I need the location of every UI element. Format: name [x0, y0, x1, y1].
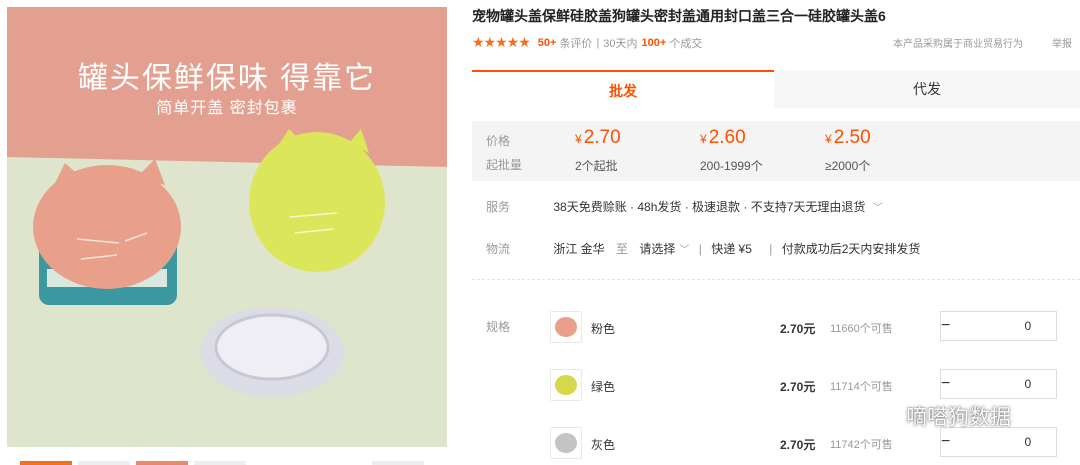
service-text: 38天免费赊账 · 48h发货 · 极速退款 · 不支持7天无理由退货 — [553, 200, 866, 214]
minus-icon[interactable]: − — [941, 312, 950, 340]
sku-stock: 11742个可售 — [830, 439, 893, 451]
sku-name: 绿色 — [591, 380, 616, 394]
swatch-color — [555, 375, 577, 395]
sku-stock: 11714个可售 — [830, 381, 893, 393]
tier-price: ¥2.60 — [700, 127, 746, 148]
sku-price: 2.70元 — [780, 438, 816, 452]
sku-name: 粉色 — [591, 322, 616, 336]
shipping-fee: 快递 ¥5 — [711, 242, 752, 256]
quantity-stepper: − + — [940, 311, 1080, 341]
deals-label: 个成交 — [669, 37, 703, 50]
minus-icon[interactable]: − — [941, 370, 950, 398]
tab-dropship[interactable]: 代发 — [774, 70, 1080, 108]
logistics-separator: | — [769, 242, 773, 256]
price-box: 价格 起批量 ¥2.70 2个起批 ¥2.60 200-1999个 ¥2.50 … — [472, 121, 1080, 181]
quantity-input[interactable] — [950, 312, 1080, 340]
sku-swatch[interactable] — [550, 311, 582, 343]
quantity-input[interactable] — [950, 370, 1080, 398]
review-count[interactable]: 50+ — [538, 37, 557, 49]
watermark-text: 嘀嗒狗数据 — [906, 406, 1011, 429]
tier-price: ¥2.50 — [825, 127, 871, 148]
service-row: 服务 38天免费赊账 · 48h发货 · 极速退款 · 不支持7天无理由退货 ﹀ — [486, 198, 883, 215]
delivery-promise: 付款成功后2天内安排发货 — [781, 242, 921, 256]
to-label: 至 — [616, 242, 629, 256]
sku-row: 绿色 2.70元 11714个可售 − + — [550, 369, 1080, 403]
product-main-image: 罐头保鲜保味 得靠它 简单开盖 密封包裹 — [7, 7, 447, 447]
origin: 浙江 金华 — [553, 242, 605, 256]
tier-price: ¥2.70 — [575, 127, 621, 148]
sku-swatch[interactable] — [550, 427, 582, 459]
tab-wholesale[interactable]: 批发 — [472, 70, 774, 108]
image-headline: 罐头保鲜保味 得靠它 — [77, 62, 377, 95]
tier-qty: 200-1999个 — [700, 159, 763, 173]
sku-swatch[interactable] — [550, 369, 582, 401]
moq-label: 起批量 — [486, 158, 523, 172]
swatch-color — [555, 317, 577, 337]
product-title: 宠物罐头盖保鲜硅胶盖狗罐头密封盖通用封口盖三合一硅胶罐头盖6 — [472, 8, 886, 24]
quantity-input[interactable] — [950, 428, 1080, 456]
quantity-stepper: − + — [940, 369, 1080, 399]
watermark: 嘀嗒狗数据 — [860, 400, 1011, 432]
review-label[interactable]: 条评价 — [559, 35, 592, 51]
logistics-label: 物流 — [486, 242, 511, 256]
wechat-icon — [861, 401, 898, 430]
chevron-down-icon[interactable]: ﹀ — [873, 203, 883, 214]
rating-row: ★★★★★ 50+ 条评价 | 30天内 100+ 个成交 — [472, 34, 702, 51]
rating-separator: | — [596, 36, 600, 49]
thumbnail[interactable] — [194, 461, 246, 465]
destination-select[interactable]: 请选择 ﹀ — [639, 240, 689, 257]
deals-prefix: 30天内 — [603, 37, 638, 50]
thumbnail[interactable] — [372, 461, 424, 465]
purchase-tabs: 批发 代发 — [472, 70, 1080, 108]
logistics-row: 物流 浙江 金华 至 请选择 ﹀ | 快递 ¥5 | 付款成功后2天内安排发货 — [486, 240, 920, 257]
thumbnail[interactable] — [78, 461, 130, 465]
sku-row: 灰色 2.70元 11742个可售 − + — [550, 427, 1080, 461]
trade-notice: 本产品采购属于商业贸易行为 — [893, 39, 1023, 50]
sku-price: 2.70元 — [780, 380, 816, 394]
thumbnail[interactable] — [136, 461, 188, 465]
spec-label: 规格 — [486, 320, 511, 334]
thumbnail[interactable] — [20, 461, 72, 465]
sku-price: 2.70元 — [780, 322, 816, 336]
tier-qty: ≥2000个 — [825, 159, 871, 173]
deals-count: 100+ — [641, 36, 667, 49]
sku-stock: 11660个可售 — [830, 323, 893, 335]
sku-row: 粉色 2.70元 11660个可售 − + — [550, 311, 1080, 345]
tier-qty: 2个起批 — [575, 159, 618, 173]
minus-icon[interactable]: − — [941, 428, 950, 456]
logistics-separator: | — [698, 242, 702, 256]
sku-name: 灰色 — [591, 438, 616, 452]
gray-lid — [200, 307, 344, 397]
star-icon: ★★★★★ — [472, 34, 531, 50]
service-label: 服务 — [486, 200, 511, 214]
report-link[interactable]: 举报 — [1052, 35, 1072, 50]
swatch-color — [555, 433, 577, 453]
price-label: 价格 — [486, 134, 511, 148]
image-subline: 简单开盖 密封包裹 — [156, 100, 298, 117]
section-divider — [472, 279, 1080, 280]
chevron-down-icon: ﹀ — [679, 245, 690, 256]
